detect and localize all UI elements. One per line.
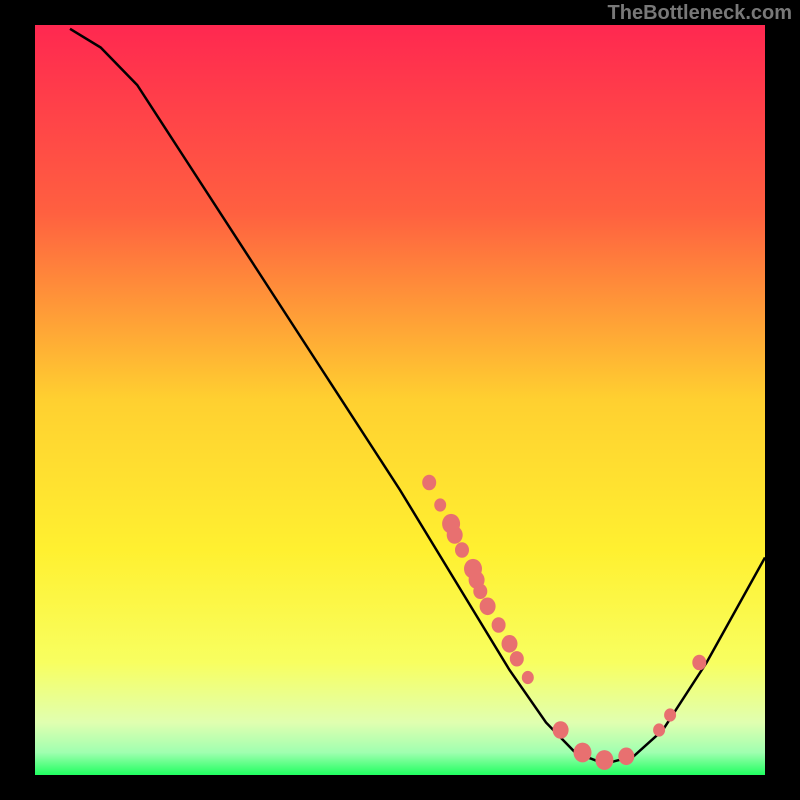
data-point (434, 498, 446, 511)
data-point (447, 526, 463, 544)
data-point (480, 598, 496, 616)
data-point (553, 721, 569, 739)
data-point (510, 651, 524, 666)
data-point (473, 584, 487, 599)
data-point (422, 475, 436, 490)
data-point (522, 671, 534, 684)
chart-container: { "watermark": "TheBottleneck.com", "cha… (0, 0, 800, 800)
data-point (618, 748, 634, 766)
data-point (492, 617, 506, 632)
data-point (664, 708, 676, 721)
data-point (455, 542, 469, 557)
chart-svg (0, 0, 800, 800)
watermark-text: TheBottleneck.com (608, 2, 792, 25)
data-point (502, 635, 518, 653)
data-point (692, 655, 706, 670)
data-point (574, 743, 592, 763)
data-point (653, 723, 665, 736)
plot-background (35, 25, 765, 775)
data-point (595, 750, 613, 770)
